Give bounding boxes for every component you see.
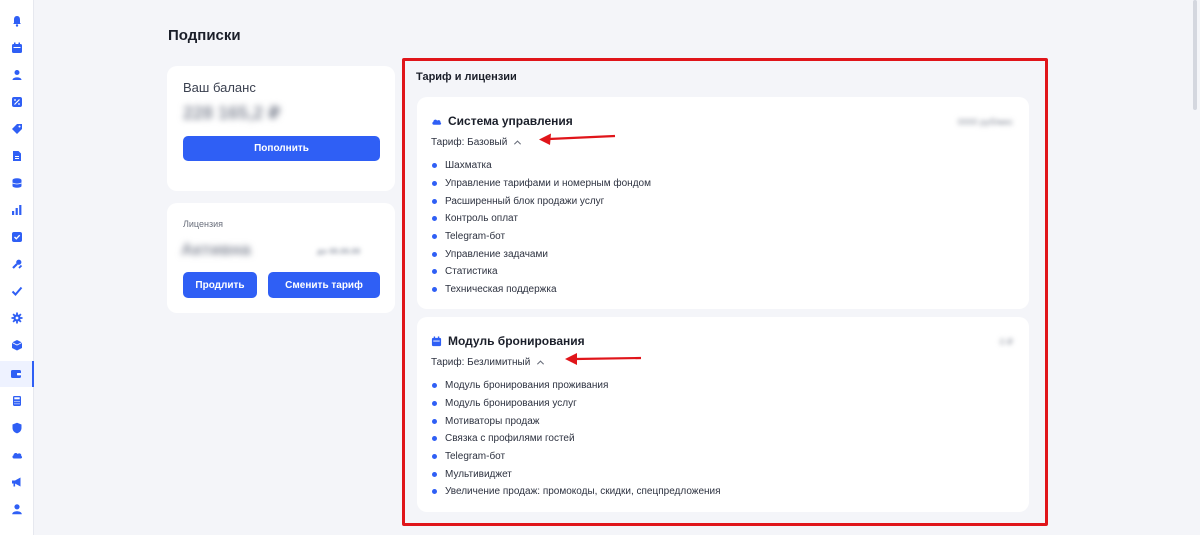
license-label: Лицензия bbox=[183, 219, 223, 229]
sidebar-item-discounts[interactable] bbox=[0, 89, 34, 115]
sidebar-item-statistics[interactable] bbox=[0, 197, 34, 223]
document-icon bbox=[13, 151, 21, 161]
page-title: Подписки bbox=[168, 27, 241, 44]
list-item: Telegram-бот bbox=[431, 228, 651, 246]
extend-button[interactable]: Продлить bbox=[183, 272, 257, 298]
tariff-name: Тариф: Базовый bbox=[431, 137, 508, 148]
balance-card: Ваш баланс 228 165,2 ₽ Пополнить bbox=[167, 66, 395, 191]
tariff-toggle[interactable]: Тариф: Безлимитный bbox=[431, 357, 545, 368]
tariff-panel-title: Тариф и лицензии bbox=[416, 71, 517, 83]
feature-list: Шахматка Управление тарифами и номерным … bbox=[431, 157, 651, 299]
cloud-icon bbox=[432, 119, 442, 125]
sidebar-item-tasks[interactable] bbox=[0, 224, 34, 250]
sidebar-item-profile[interactable] bbox=[0, 496, 34, 522]
sidebar bbox=[0, 0, 34, 535]
checkbox-icon bbox=[12, 232, 22, 242]
list-item: Модуль бронирования проживания bbox=[431, 377, 721, 395]
tariff-name: Тариф: Безлимитный bbox=[431, 357, 531, 368]
list-item: Мультивиджет bbox=[431, 465, 721, 483]
annotation-arrow-icon bbox=[539, 133, 616, 145]
calculator-icon bbox=[13, 396, 21, 406]
tag-icon bbox=[12, 124, 22, 134]
list-item: Шахматка bbox=[431, 157, 651, 175]
list-item: Статистика bbox=[431, 263, 651, 281]
chevron-up-icon bbox=[514, 140, 522, 145]
license-expiry: до 00.00.00 bbox=[317, 247, 361, 256]
sidebar-item-finance[interactable] bbox=[0, 170, 34, 196]
topup-button[interactable]: Пополнить bbox=[183, 136, 380, 161]
list-item: Управление задачами bbox=[431, 245, 651, 263]
percent-icon bbox=[12, 97, 22, 107]
sidebar-item-cloud[interactable] bbox=[0, 442, 34, 468]
sidebar-item-documents[interactable] bbox=[0, 143, 34, 169]
feature-list: Модуль бронирования проживания Модуль бр… bbox=[431, 377, 721, 501]
sidebar-item-calculator[interactable] bbox=[0, 388, 34, 414]
tools-icon bbox=[12, 259, 23, 269]
calendar-icon bbox=[431, 335, 442, 346]
megaphone-icon bbox=[12, 477, 21, 487]
chevron-up-icon bbox=[537, 360, 545, 365]
module-header: Система управления bbox=[431, 114, 573, 128]
cloud-icon bbox=[12, 453, 23, 459]
balance-value: 228 165,2 ₽ bbox=[183, 103, 281, 123]
sidebar-item-warehouse[interactable] bbox=[0, 332, 34, 358]
list-item: Увеличение продаж: промокоды, скидки, сп… bbox=[431, 483, 721, 501]
list-item: Управление тарифами и номерным фондом bbox=[431, 175, 651, 193]
list-item: Связка с профилями гостей bbox=[431, 430, 721, 448]
sidebar-item-checks[interactable] bbox=[0, 278, 34, 304]
profile-icon bbox=[12, 504, 22, 515]
list-item: Модуль бронирования услуг bbox=[431, 395, 721, 413]
list-item: Контроль оплат bbox=[431, 210, 651, 228]
sidebar-item-marketing[interactable] bbox=[0, 469, 34, 495]
calendar-icon bbox=[12, 42, 22, 53]
tariff-panel: Тариф и лицензии Система управления 0000… bbox=[402, 58, 1048, 526]
license-status: Активна bbox=[181, 240, 251, 259]
change-tariff-button[interactable]: Сменить тариф bbox=[268, 272, 380, 298]
box-icon bbox=[11, 340, 23, 351]
user-icon bbox=[12, 70, 22, 80]
sidebar-item-settings[interactable] bbox=[0, 305, 34, 331]
balance-label: Ваш баланс bbox=[183, 80, 256, 95]
list-item: Telegram-бот bbox=[431, 448, 721, 466]
sidebar-item-calendar[interactable] bbox=[0, 35, 34, 61]
bar-chart-icon bbox=[12, 205, 22, 215]
module-card-management: Система управления 0000 руб/мес Тариф: Б… bbox=[417, 97, 1029, 309]
sidebar-item-services[interactable] bbox=[0, 251, 34, 277]
module-price: 0 ₽ bbox=[999, 337, 1013, 347]
shield-icon bbox=[12, 422, 22, 434]
checkmark-icon bbox=[11, 286, 23, 296]
bell-icon bbox=[13, 16, 21, 27]
module-header: Модуль бронирования bbox=[431, 334, 585, 348]
page-scrollbar[interactable] bbox=[1193, 0, 1197, 110]
list-item: Мотиваторы продаж bbox=[431, 412, 721, 430]
sidebar-item-subscriptions[interactable] bbox=[0, 361, 34, 387]
sidebar-item-security[interactable] bbox=[0, 415, 34, 441]
module-price: 0000 руб/мес bbox=[957, 117, 1013, 127]
tariff-toggle[interactable]: Тариф: Базовый bbox=[431, 137, 522, 148]
gear-icon bbox=[11, 312, 23, 324]
module-title: Система управления bbox=[448, 114, 573, 128]
sidebar-item-notifications[interactable] bbox=[0, 8, 34, 34]
annotation-arrow-icon bbox=[565, 353, 642, 365]
coins-icon bbox=[12, 178, 22, 188]
module-title: Модуль бронирования bbox=[448, 334, 585, 348]
list-item: Техническая поддержка bbox=[431, 281, 651, 299]
sidebar-item-guests[interactable] bbox=[0, 62, 34, 88]
wallet-icon bbox=[11, 370, 21, 378]
module-card-booking: Модуль бронирования 0 ₽ Тариф: Безлимитн… bbox=[417, 317, 1029, 512]
list-item: Расширенный блок продажи услуг bbox=[431, 192, 651, 210]
license-card: Лицензия Активна до 00.00.00 Продлить См… bbox=[167, 203, 395, 313]
sidebar-item-tags[interactable] bbox=[0, 116, 34, 142]
